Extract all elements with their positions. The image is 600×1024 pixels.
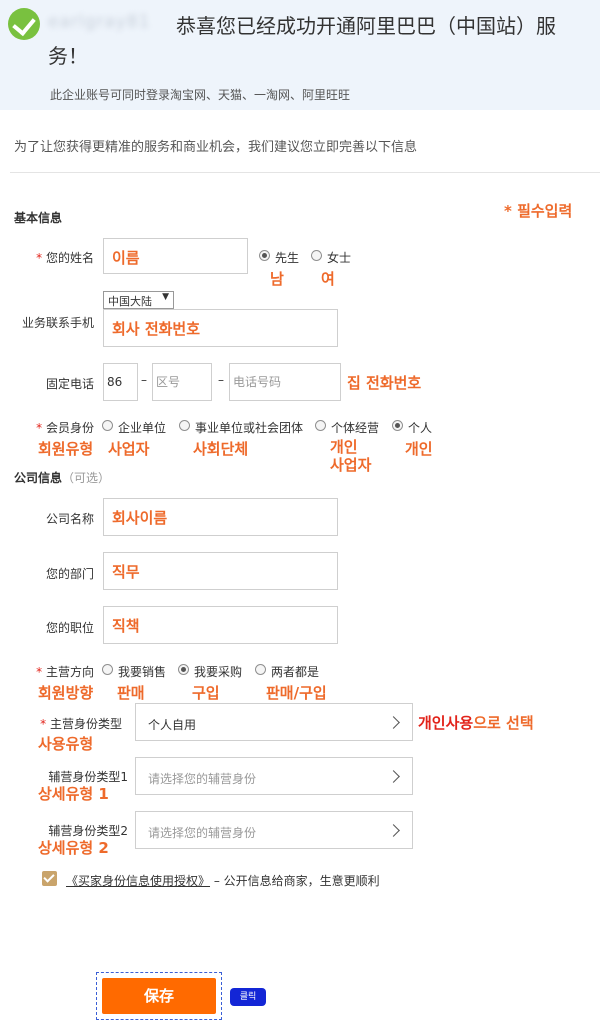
- member-type-annotation: 회원유형: [38, 440, 94, 458]
- sub-type-1-placeholder: 请选择您的辅营身份: [148, 772, 257, 786]
- basic-info-title: 基本信息: [14, 211, 63, 225]
- member-enterprise-label: 企业单位: [118, 421, 167, 435]
- agreement-checkbox[interactable]: [42, 871, 57, 886]
- member-institution-label: 事业单位或社会团体: [195, 421, 304, 435]
- click-badge: 클릭: [230, 988, 266, 1006]
- department-annotation: 직무: [112, 563, 140, 581]
- success-title: 恭喜您已经成功开通阿里巴巴（中国站）服: [176, 14, 556, 38]
- mobile-input[interactable]: 회사 전화번호: [103, 309, 338, 347]
- direction-both-annotation: 판매/구입: [266, 684, 327, 702]
- direction-both-radio[interactable]: [255, 664, 266, 675]
- country-code-input[interactable]: [103, 363, 138, 401]
- main-type-hint: 개인사용으로 선택: [418, 714, 534, 732]
- department-label: 您的部门: [45, 567, 94, 581]
- agreement-text: 《买家身份信息使用授权》 – 公开信息给商家，生意更顺利: [66, 874, 380, 888]
- direction-sell-label: 我要销售: [118, 665, 167, 679]
- landline-label: 固定电话: [45, 377, 94, 391]
- success-check-icon: [8, 8, 40, 40]
- save-button[interactable]: 保存: [102, 978, 216, 1014]
- company-info-title: 公司信息（可选）: [14, 471, 111, 485]
- phone-separator: –: [141, 373, 147, 387]
- chevron-right-icon: [387, 716, 400, 729]
- direction-label: * 主营方向: [36, 665, 94, 679]
- gender-female-radio[interactable]: [311, 250, 322, 261]
- main-type-select[interactable]: 个人自用: [135, 703, 413, 741]
- gender-male-label: 先生: [275, 251, 300, 265]
- mobile-annotation: 회사 전화번호: [112, 320, 201, 338]
- company-name-annotation: 회사이름: [112, 509, 168, 527]
- member-enterprise-annotation: 사업자: [108, 440, 150, 458]
- area-code-input[interactable]: [152, 363, 212, 401]
- direction-buy-annotation: 구입: [192, 684, 220, 702]
- main-type-label: * 主营身份类型: [40, 717, 122, 731]
- sub-type-2-placeholder: 请选择您的辅营身份: [148, 826, 257, 840]
- sub-type-1-annotation: 상세유형 1: [38, 785, 109, 803]
- sub-type-2-select[interactable]: 请选择您的辅营身份: [135, 811, 413, 849]
- country-select[interactable]: 中国大陆 ▼: [103, 291, 174, 309]
- gender-female-annotation: 여: [321, 270, 335, 288]
- member-individual-label: 个人: [408, 421, 433, 435]
- department-input[interactable]: 직무: [103, 552, 338, 590]
- name-label: * 您的姓名: [36, 251, 94, 265]
- chevron-right-icon: [387, 770, 400, 783]
- sub-type-1-select[interactable]: 请选择您的辅营身份: [135, 757, 413, 795]
- gender-male-annotation: 남: [270, 270, 284, 288]
- direction-buy-label: 我要采购: [194, 665, 243, 679]
- position-annotation: 직책: [112, 617, 140, 635]
- member-self-employed-radio[interactable]: [315, 420, 326, 431]
- required-note: * 필수입력: [504, 202, 573, 220]
- position-input[interactable]: 직책: [103, 606, 338, 644]
- sub-type-2-annotation: 상세유형 2: [38, 839, 109, 857]
- direction-sell-radio[interactable]: [102, 664, 113, 675]
- main-type-annotation: 사용유형: [38, 735, 94, 753]
- main-type-value: 个人自用: [148, 718, 197, 732]
- mobile-label: 业务联系手机: [21, 316, 94, 330]
- gender-male-radio[interactable]: [259, 250, 270, 261]
- direction-both-label: 两者都是: [271, 665, 320, 679]
- chevron-right-icon: [387, 824, 400, 837]
- member-individual-radio[interactable]: [392, 420, 403, 431]
- member-institution-annotation: 사회단체: [193, 440, 249, 458]
- username-blurred: earlgray81: [48, 12, 151, 32]
- phone-separator: –: [218, 373, 224, 387]
- company-name-label: 公司名称: [45, 512, 94, 526]
- member-individual-annotation: 개인: [405, 440, 433, 458]
- company-name-input[interactable]: 회사이름: [103, 498, 338, 536]
- direction-buy-radio[interactable]: [178, 664, 189, 675]
- agreement-link[interactable]: 《买家身份信息使用授权》: [66, 874, 210, 888]
- optional-note: （可选）: [62, 471, 111, 485]
- gender-female-label: 女士: [327, 251, 352, 265]
- member-enterprise-radio[interactable]: [102, 420, 113, 431]
- position-label: 您的职位: [45, 621, 94, 635]
- member-type-label: * 会员身份: [36, 421, 94, 435]
- member-institution-radio[interactable]: [179, 420, 190, 431]
- intro-text: 为了让您获得更精准的服务和商业机会，我们建议您立即完善以下信息: [14, 140, 418, 155]
- divider: [10, 172, 600, 173]
- direction-annotation: 회원방향: [38, 684, 94, 702]
- success-title-continued: 务！: [48, 44, 88, 68]
- member-self-employed-label: 个体经营: [331, 421, 380, 435]
- landline-annotation: 집 전화번호: [347, 374, 422, 392]
- member-self-employed-annotation: 개인 사업자: [330, 438, 372, 474]
- dropdown-arrow-icon: ▼: [162, 292, 169, 302]
- name-input[interactable]: 이름: [103, 238, 248, 274]
- direction-sell-annotation: 판매: [117, 684, 145, 702]
- name-annotation: 이름: [112, 249, 140, 267]
- phone-number-input[interactable]: [229, 363, 341, 401]
- account-login-note: 此企业账号可同时登录淘宝网、天猫、一淘网、阿里旺旺: [50, 88, 351, 102]
